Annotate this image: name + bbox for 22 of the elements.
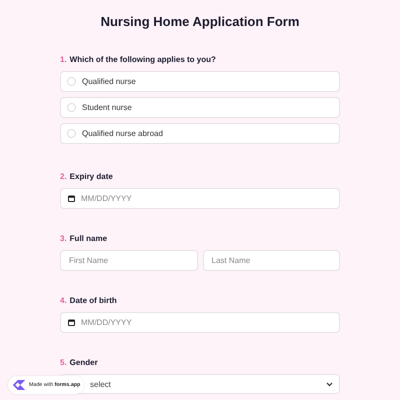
form-title: Nursing Home Application Form [100, 14, 300, 30]
radio-option[interactable]: Student nurse [60, 97, 340, 118]
name-field[interactable]: First Name [60, 250, 198, 271]
radio-option[interactable]: Qualified nurse abroad [60, 123, 340, 144]
question-label: Gender [70, 358, 98, 367]
calendar-icon [68, 195, 75, 202]
chevron-icon [326, 382, 333, 386]
radio-option[interactable]: Qualified nurse [60, 71, 340, 92]
name-field[interactable]: Last Name [202, 250, 340, 271]
question-number: 5. [60, 358, 67, 367]
question-label: Full name [70, 234, 108, 243]
question-label: Expiry date [70, 172, 113, 181]
date-field[interactable]: MM/DD/YYYY [60, 312, 340, 333]
question-label: Which of the following applies to you? [70, 55, 216, 64]
question-label: Date of birth [70, 296, 117, 305]
date-field[interactable]: MM/DD/YYYY [60, 188, 340, 209]
question-number: 1. [60, 55, 67, 64]
question-number: 4. [60, 296, 67, 305]
logo-icon [12, 379, 26, 391]
question-number: 2. [60, 172, 67, 181]
calendar-icon [68, 319, 75, 326]
question-number: 3. [60, 234, 67, 243]
